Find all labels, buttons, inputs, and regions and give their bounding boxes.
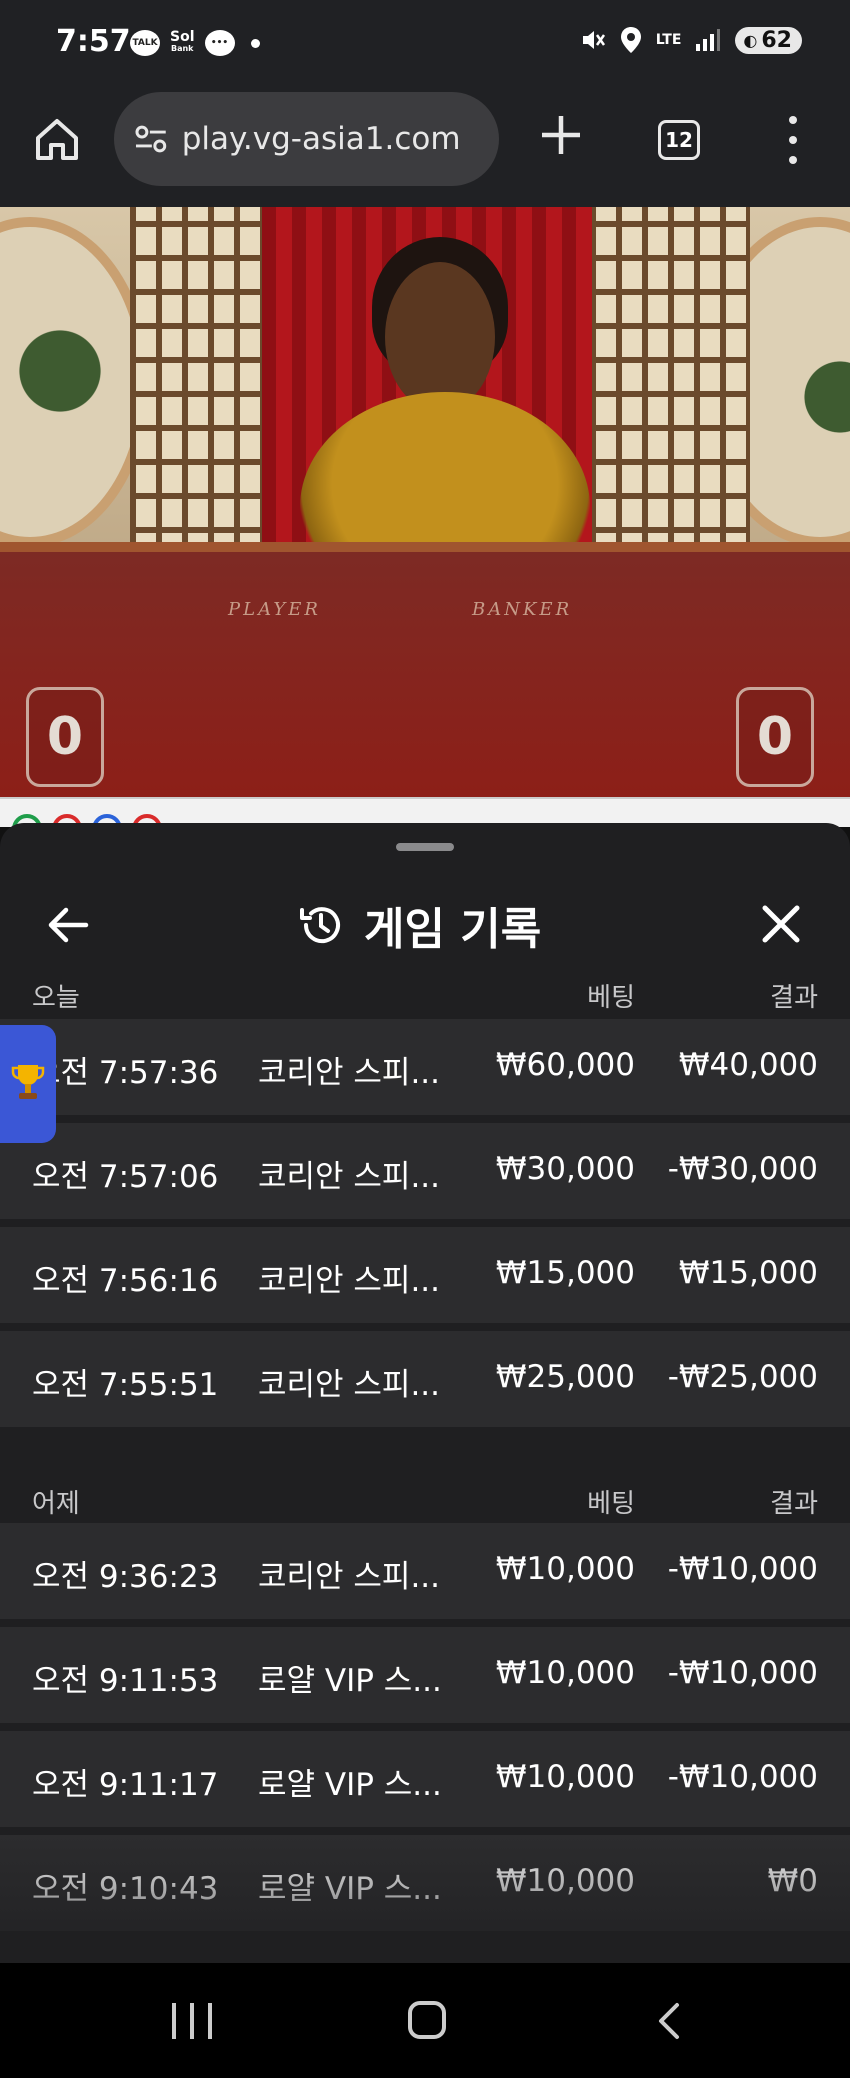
network-type: LTE — [655, 32, 682, 48]
back-nav-icon[interactable] — [650, 2001, 690, 2041]
sheet-title-group: 게임 기록 — [298, 893, 541, 957]
row-result: -₩10,000 — [667, 1759, 818, 1795]
trophy-icon — [11, 1065, 45, 1099]
row-result: -₩25,000 — [667, 1359, 818, 1395]
player-label: PLAYER — [228, 599, 321, 620]
row-time: 오전 9:11:53 — [32, 1663, 219, 1699]
sheet-drag-handle[interactable] — [396, 843, 454, 851]
history-icon — [300, 907, 340, 944]
history-row[interactable]: 오전 7:55:51 코리안 스피... ₩25,000 -₩25,000 — [0, 1331, 850, 1427]
row-bet: ₩15,000 — [495, 1255, 635, 1291]
row-bet: ₩60,000 — [495, 1047, 635, 1083]
message-icon: ••• — [204, 30, 235, 56]
battery-level: 62 — [761, 27, 792, 53]
history-row[interactable]: 오전 9:36:23 코리안 스피... ₩10,000 -₩10,000 — [0, 1523, 850, 1619]
sol-bank-icon: Sol Bank — [170, 29, 195, 53]
status-notification-icons: TALK Sol Bank ••• — [130, 30, 260, 56]
section-label: 어제 — [32, 1489, 80, 1519]
game-history-sheet: 게임 기록 오늘 베팅 결과 오전 7:57:36 코리안 스피... ₩60,… — [0, 823, 850, 1963]
history-row[interactable]: 오전 7:56:16 코리안 스피... ₩15,000 ₩15,000 — [0, 1227, 850, 1323]
status-system-icons: LTE ◐ 62 — [580, 26, 802, 54]
bonsai-right — [790, 357, 850, 457]
row-game: 로얄 VIP 스... — [258, 1767, 442, 1803]
browser-toolbar: play.vg-asia1.com 12 — [0, 92, 850, 207]
url-text[interactable]: play.vg-asia1.com — [182, 121, 499, 157]
banker-label: BANKER — [472, 599, 573, 620]
battery-leaf-icon: ◐ — [743, 30, 758, 50]
section-label: 오늘 — [32, 983, 80, 1013]
address-bar[interactable]: play.vg-asia1.com — [114, 92, 499, 186]
status-time: 7:57 — [56, 24, 131, 59]
row-result: -₩10,000 — [667, 1655, 818, 1691]
row-bet: ₩10,000 — [495, 1655, 635, 1691]
row-time: 오전 7:57:06 — [32, 1159, 219, 1195]
row-time: 오전 9:36:23 — [32, 1559, 219, 1595]
row-game: 코리안 스피... — [258, 1159, 441, 1195]
tune-icon[interactable] — [134, 124, 168, 154]
row-bet: ₩10,000 — [495, 1551, 635, 1587]
row-game: 로얄 VIP 스... — [258, 1871, 442, 1907]
row-time: 오전 7:55:51 — [32, 1367, 219, 1403]
history-row[interactable]: 오전 7:57:06 코리안 스피... ₩30,000 -₩30,000 — [0, 1123, 850, 1219]
live-video-stream[interactable]: PLAYER BANKER 0 0 — [0, 207, 850, 797]
baccarat-table — [0, 552, 850, 797]
location-icon — [620, 27, 641, 53]
section-header-yesterday: 어제 베팅 결과 — [0, 1469, 850, 1529]
system-nav-bar — [0, 1963, 850, 2078]
sheet-title: 게임 기록 — [364, 904, 542, 955]
leaderboard-tab[interactable] — [0, 1025, 56, 1143]
signal-icon — [696, 29, 721, 51]
row-game: 코리안 스피... — [258, 1263, 441, 1299]
close-icon[interactable] — [758, 901, 804, 947]
row-game: 로얄 VIP 스... — [258, 1663, 442, 1699]
row-bet: ₩10,000 — [495, 1863, 635, 1899]
bonsai-left — [0, 327, 120, 437]
history-row[interactable]: 오전 9:11:53 로얄 VIP 스... ₩10,000 -₩10,000 — [0, 1627, 850, 1723]
kakao-talk-icon: TALK — [130, 30, 160, 56]
more-vert-icon[interactable] — [780, 116, 806, 164]
home-icon[interactable] — [32, 114, 82, 164]
bet-column-header: 베팅 — [587, 983, 635, 1013]
mute-icon — [582, 31, 605, 49]
row-bet: ₩10,000 — [495, 1759, 635, 1795]
tab-counter-icon[interactable]: 12 — [658, 120, 700, 160]
player-score: 0 — [26, 687, 104, 787]
row-bet: ₩25,000 — [495, 1359, 635, 1395]
section-header-today: 오늘 베팅 결과 — [0, 963, 850, 1023]
dealer-head — [385, 262, 495, 412]
history-row[interactable]: 오전 9:11:17 로얄 VIP 스... ₩10,000 -₩10,000 — [0, 1731, 850, 1827]
arrow-left-icon[interactable] — [46, 903, 90, 947]
home-nav-icon[interactable] — [408, 2001, 446, 2039]
row-time: 오전 7:56:16 — [32, 1263, 219, 1299]
row-result: -₩30,000 — [667, 1151, 818, 1187]
more-notifications-dot — [250, 38, 260, 48]
history-row[interactable]: 오전 9:10:43 로얄 VIP 스... ₩10,000 ₩0 — [0, 1835, 850, 1931]
battery-indicator: ◐ 62 — [735, 26, 802, 54]
row-time: 오전 9:11:17 — [32, 1767, 219, 1803]
row-result: -₩10,000 — [667, 1551, 818, 1587]
result-column-header: 결과 — [770, 1489, 818, 1519]
row-result: ₩40,000 — [678, 1047, 818, 1083]
history-row[interactable]: 오전 7:57:36 코리안 스피... ₩60,000 ₩40,000 — [0, 1019, 850, 1115]
row-game: 코리안 스피... — [258, 1055, 441, 1091]
lattice-screen-right — [590, 207, 750, 567]
row-bet: ₩30,000 — [495, 1151, 635, 1187]
banker-score: 0 — [736, 687, 814, 787]
row-result: ₩0 — [767, 1863, 818, 1899]
row-game: 코리안 스피... — [258, 1367, 441, 1403]
result-column-header: 결과 — [770, 983, 818, 1013]
recent-apps-icon[interactable] — [172, 2003, 212, 2039]
bet-column-header: 베팅 — [587, 1489, 635, 1519]
plus-icon[interactable] — [536, 110, 586, 160]
row-time: 오전 9:10:43 — [32, 1871, 219, 1907]
row-time: 오전 7:57:36 — [32, 1055, 219, 1091]
status-bar: 7:57 TALK Sol Bank ••• LTE ◐ 62 — [0, 0, 850, 92]
row-game: 코리안 스피... — [258, 1559, 441, 1595]
row-result: ₩15,000 — [678, 1255, 818, 1291]
